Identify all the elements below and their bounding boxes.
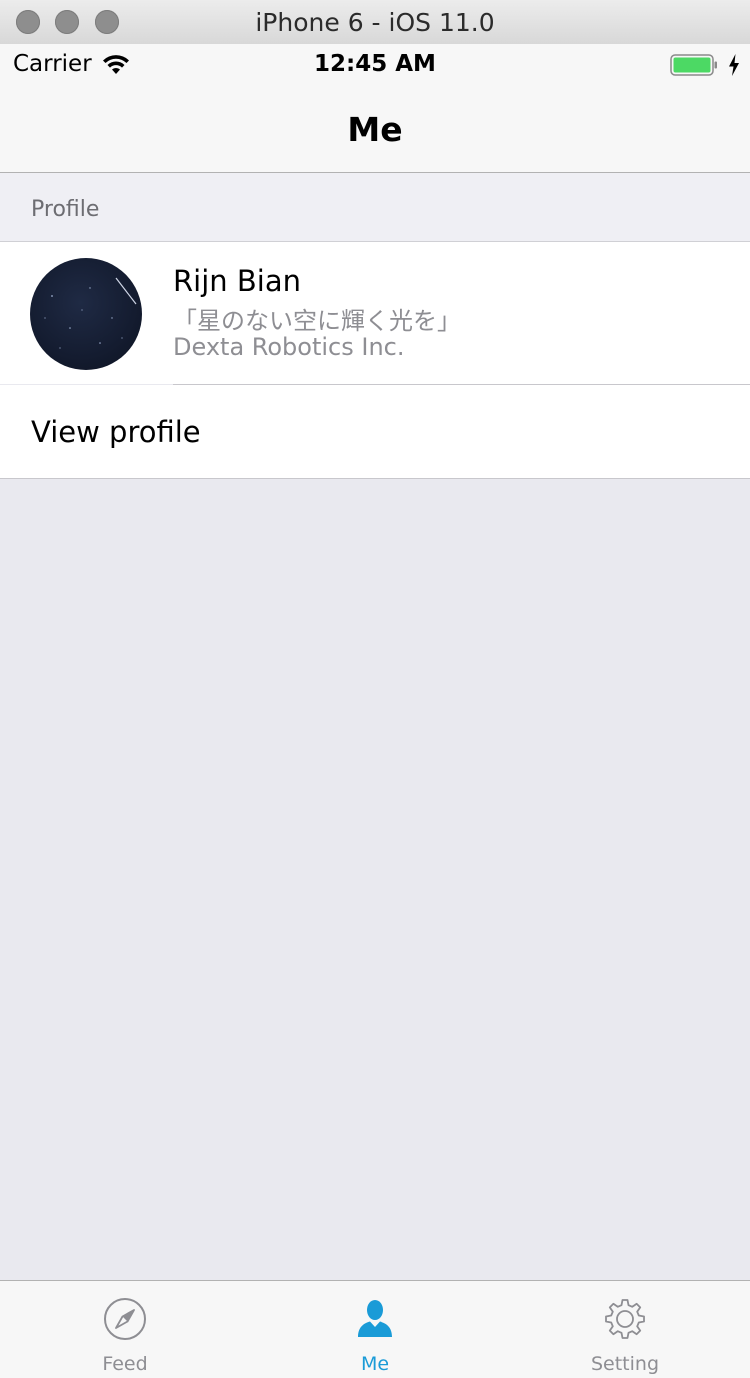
status-bar: Carrier 12:45 AM: [0, 44, 750, 86]
view-profile-cell[interactable]: View profile: [0, 385, 750, 479]
tab-setting-label: Setting: [590, 1353, 660, 1375]
tab-feed[interactable]: Feed: [0, 1281, 250, 1378]
view-profile-label: View profile: [31, 415, 201, 449]
page-title: Me: [347, 110, 403, 149]
profile-name: Rijn Bian: [173, 264, 301, 298]
profile-motto: 「星のない空に輝く光を」: [173, 307, 461, 335]
tab-me-label: Me: [360, 1353, 390, 1375]
simulator-title-bar: iPhone 6 - iOS 11.0: [0, 0, 750, 45]
section-header-label: Profile: [31, 197, 100, 222]
avatar: [30, 258, 142, 370]
compass-icon: [104, 1298, 146, 1340]
profile-section-header: Profile: [0, 173, 750, 242]
simulator-title: iPhone 6 - iOS 11.0: [255, 8, 495, 37]
navigation-bar: Me: [0, 86, 750, 173]
simulator-window: iPhone 6 - iOS 11.0 Carrier 12:45 AM Me …: [0, 0, 750, 1378]
starry-sky-image: [44, 277, 137, 349]
profile-company: Dexta Robotics Inc.: [173, 333, 405, 361]
tab-bar: Feed Me Setting: [0, 1280, 750, 1378]
battery-icon: [670, 54, 717, 76]
tab-me[interactable]: Me: [250, 1281, 500, 1378]
status-time: 12:45 AM: [314, 51, 436, 77]
profile-cell[interactable]: Rijn Bian 「星のない空に輝く光を」 Dexta Robotics In…: [0, 242, 750, 384]
tab-setting[interactable]: Setting: [500, 1281, 750, 1378]
tab-feed-label: Feed: [102, 1353, 148, 1375]
gear-icon: [605, 1299, 645, 1339]
charging-icon: [729, 54, 739, 76]
person-icon: [358, 1300, 392, 1337]
